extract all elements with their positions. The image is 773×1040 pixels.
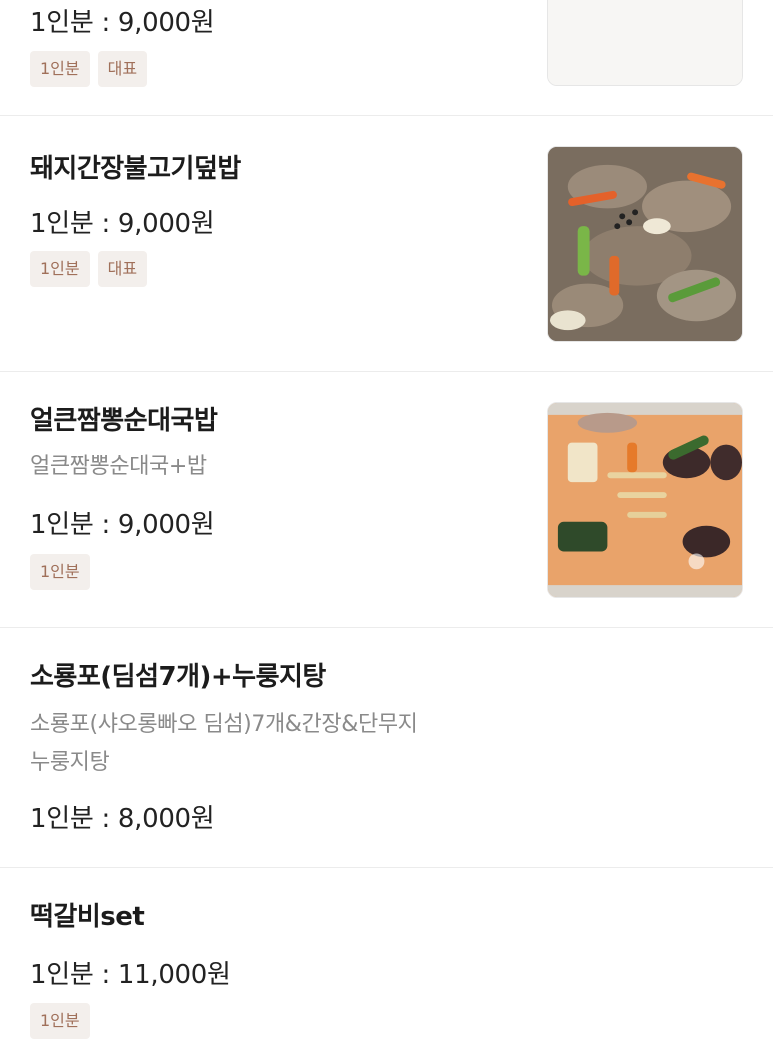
tag-portion: 1인분 xyxy=(30,554,90,590)
bulgogi-photo-icon xyxy=(548,147,742,341)
menu-item-description-line: 소룡포(샤오롱빠오 딤섬)7개&간장&단무지 xyxy=(30,712,418,737)
menu-item[interactable]: 떡갈비set 1인분 : 11,000원 1인분 xyxy=(0,868,773,1040)
menu-item-price: 1인분 : 11,000원 xyxy=(30,960,231,990)
menu-item-price: 1인분 : 9,000원 xyxy=(30,209,215,239)
menu-item-title: 돼지간장불고기덮밥 xyxy=(30,154,241,184)
menu-item[interactable]: 돼지간장불고기덮밥 1인분 : 9,000원 1인분 대표 xyxy=(0,116,773,372)
menu-item[interactable]: 얼큰짬뽕순대국밥 얼큰짬뽕순대국+밥 1인분 : 9,000원 1인분 xyxy=(0,372,773,628)
menu-item-title: 떡갈비set xyxy=(30,902,145,932)
jjamppong-soup-photo-icon xyxy=(548,403,742,597)
menu-item-description-line: 누룽지탕 xyxy=(30,750,110,775)
menu-item-price: 1인분 : 9,000원 xyxy=(30,8,215,38)
tag-portion: 1인분 xyxy=(30,51,90,87)
tag-portion: 1인분 xyxy=(30,1003,90,1039)
plate-icon xyxy=(548,0,742,85)
menu-list: 1인분 : 9,000원 1인분 대표 돼지간장불고기덮밥 1인분 : 9,00… xyxy=(0,0,773,1040)
menu-item-image[interactable] xyxy=(547,146,743,342)
menu-item-title: 소룡포(딤섬7개)+누룽지탕 xyxy=(30,662,326,692)
tag-portion: 1인분 xyxy=(30,251,90,287)
menu-item-price: 1인분 : 9,000원 xyxy=(30,510,215,540)
menu-item-title: 얼큰짬뽕순대국밥 xyxy=(30,406,218,436)
menu-item-price: 1인분 : 8,000원 xyxy=(30,804,215,834)
menu-item-image[interactable] xyxy=(547,402,743,598)
menu-item-description: 얼큰짬뽕순대국+밥 xyxy=(30,454,207,479)
menu-item-image[interactable] xyxy=(547,0,743,86)
menu-item[interactable]: 1인분 : 9,000원 1인분 대표 xyxy=(0,0,773,116)
menu-item-tags: 1인분 대표 xyxy=(30,251,148,287)
tag-signature: 대표 xyxy=(97,51,148,87)
tag-signature: 대표 xyxy=(97,251,148,287)
menu-item-tags: 1인분 xyxy=(30,554,90,590)
menu-item-tags: 1인분 대표 xyxy=(30,51,148,87)
menu-item[interactable]: 소룡포(딤섬7개)+누룽지탕 소룡포(샤오롱빠오 딤섬)7개&간장&단무지 누룽… xyxy=(0,628,773,868)
menu-item-tags: 1인분 xyxy=(30,1003,90,1039)
